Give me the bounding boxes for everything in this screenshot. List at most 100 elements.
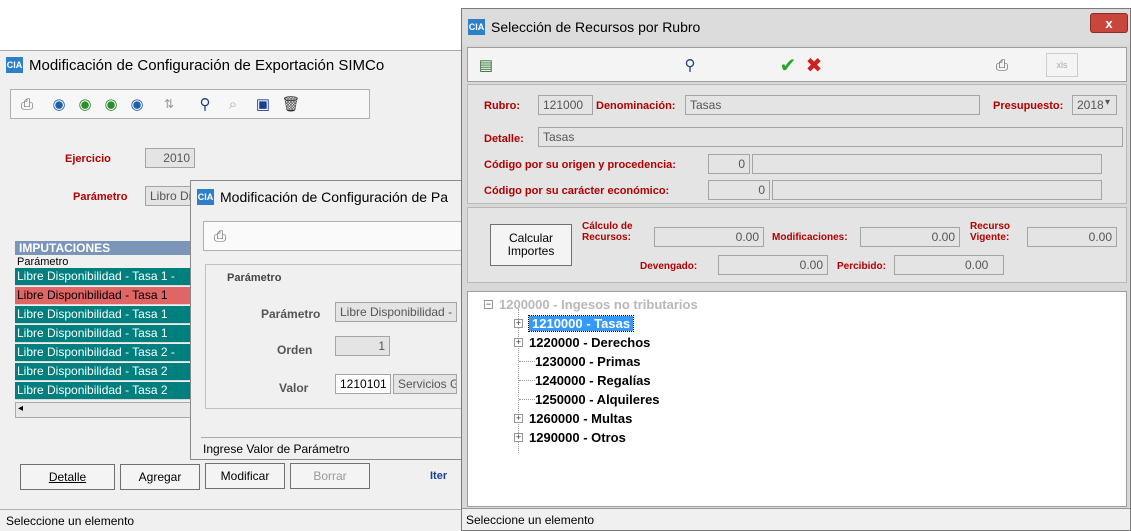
iter-text: Iter [430,470,448,482]
devengado-label: Devengado: [640,261,698,272]
denominacion-label: Denominación: [596,100,676,112]
modificaciones-field: 0.00 [860,227,960,247]
accept-icon[interactable]: ✔ [776,53,800,77]
export-icon[interactable]: ▤ [474,53,498,77]
tree-item-regalias[interactable]: 1240000 - Regalías [535,371,651,389]
origen-label: Código por su origen y procedencia: [484,159,676,171]
printer-icon[interactable]: ⎙ [990,53,1014,77]
parametro-group-label: Parámetro [225,272,284,284]
scroll-left-icon[interactable]: ◂ [18,403,23,414]
expand-icon[interactable]: + [514,337,523,347]
borrar-button[interactable]: Borrar [290,463,370,489]
close-icon: x [1105,15,1113,31]
right-window: CIA Selección de Recursos por Rubro x ▤ … [461,8,1131,531]
caracter-desc-field [772,180,1102,200]
origen-code-field[interactable]: 0 [708,154,750,174]
tree-root[interactable]: −1200000 - Ingesos no tributarios [484,295,698,313]
tree-guide [519,361,535,362]
tree-item-otros[interactable]: +1290000 - Otros [514,428,626,446]
tree-item-multas[interactable]: +1260000 - Multas [514,409,632,427]
expand-icon[interactable]: + [514,413,523,423]
left-status-bar: Seleccione un elemento [0,509,470,531]
calculo-label: Cálculo de Recursos: [582,221,633,243]
calculo-field: 0.00 [654,227,764,247]
left-toolbar: ⎙ ◉ ◉ ◉ ◉ ⇅ ⚲ ⌕ ▣ 🗑 [10,89,370,119]
table-row[interactable]: Libre Disponibilidad - Tasa 1 [15,306,195,324]
presupuesto-label: Presupuesto: [993,100,1064,112]
next-record-icon[interactable]: ◉ [99,92,123,116]
cia-logo-icon: CIA [197,189,214,205]
binoculars-icon[interactable]: ⚲ [678,53,702,77]
rubro-field[interactable]: 121000 [538,95,593,115]
valor-label: Valor [279,381,309,395]
tree-item-derechos[interactable]: +1220000 - Derechos [514,333,650,351]
prev-record-icon[interactable]: ◉ [73,92,97,116]
tree-guide [519,399,535,400]
print-preview-icon[interactable]: ⎙ [208,224,232,248]
valor-field[interactable]: 1210101 [335,374,391,394]
cancel-icon[interactable]: ✖ [802,53,826,77]
save-icon[interactable]: ▣ [251,92,275,116]
expand-icon[interactable]: + [514,432,523,442]
print-preview-icon[interactable]: ⎙ [15,92,39,116]
percibido-label: Percibido: [837,261,886,272]
close-button[interactable]: x [1090,13,1128,33]
presupuesto-select[interactable]: 2018 [1072,95,1117,115]
collapse-icon[interactable]: − [484,299,493,309]
parametro-column-header: Parámetro [17,256,69,268]
denominacion-field[interactable]: Tasas [685,95,980,115]
caracter-code-field[interactable]: 0 [708,180,770,200]
detalle-button[interactable]: Detalle [20,464,115,490]
detalle-label: Detalle: [484,133,524,145]
devengado-field: 0.00 [718,255,828,275]
chevron-down-icon[interactable]: ▾ [1105,97,1110,108]
rubro-tree[interactable]: −1200000 - Ingesos no tributarios +12100… [467,291,1127,507]
parametro-label: Parámetro [73,191,128,203]
ejercicio-label: Ejercicio [65,153,111,165]
middle-window: CIA Modificación de Configuración de Pa … [190,180,465,460]
table-row[interactable]: Libre Disponibilidad - Tasa 1 [15,325,195,343]
rubro-label: Rubro: [484,100,521,112]
zoom-icon[interactable]: ⌕ [221,92,245,116]
parametro-field[interactable]: Libre Disponibilidad - [335,302,457,322]
left-window-title: Modificación de Configuración de Exporta… [29,56,385,74]
sort-icon[interactable]: ⇅ [157,92,181,116]
valor-description-field: Servicios G [393,374,457,394]
table-row[interactable]: Libre Disponibilidad - Tasa 2 [15,382,195,400]
excel-icon[interactable]: xls [1046,53,1078,77]
table-row[interactable]: Libre Disponibilidad - Tasa 2 [15,363,195,381]
origen-desc-field [752,154,1102,174]
first-record-icon[interactable]: ◉ [47,92,71,116]
modificar-button[interactable]: Modificar [205,463,285,489]
tree-item-alquileres[interactable]: 1250000 - Alquileres [535,390,660,408]
tree-item-tasas[interactable]: +1210000 - Tasas [514,314,635,332]
tree-guide [519,380,535,381]
recurso-vigente-field: 0.00 [1027,227,1117,247]
table-row[interactable]: Libre Disponibilidad - Tasa 1 - [15,268,195,286]
cia-logo-icon: CIA [468,19,485,35]
left-titlebar: CIA Modificación de Configuración de Exp… [0,51,470,79]
delete-icon[interactable]: 🗑 [279,92,303,116]
right-window-title: Selección de Recursos por Rubro [491,19,701,35]
orden-field[interactable]: 1 [335,336,390,356]
last-record-icon[interactable]: ◉ [125,92,149,116]
table-row[interactable]: Libre Disponibilidad - Tasa 2 - [15,344,195,362]
binoculars-icon[interactable]: ⚲ [193,92,217,116]
expand-icon[interactable]: + [514,318,523,328]
tree-item-primas[interactable]: 1230000 - Primas [535,352,641,370]
table-row-selected[interactable]: Libre Disponibilidad - Tasa 1 [15,287,195,305]
detalle-field[interactable]: Tasas [538,127,1123,147]
cia-logo-icon: CIA [6,57,23,73]
middle-titlebar: CIA Modificación de Configuración de Pa [191,181,461,213]
agregar-button[interactable]: Agregar [120,464,200,490]
imputaciones-panel: IMPUTACIONES Parámetro Libre Disponibili… [15,241,205,428]
imputaciones-header: IMPUTACIONES [15,241,205,255]
percibido-field: 0.00 [894,255,1004,275]
calcular-importes-button[interactable]: Calcular Importes [490,224,572,266]
modificaciones-label: Modificaciones: [772,232,848,243]
right-status-bar: Seleccione un elemento [462,508,1130,530]
parametro-label: Parámetro [261,307,321,321]
right-toolbar: ▤ ⚲ ✔ ✖ ⎙ xls [467,47,1127,82]
ejercicio-field[interactable]: 2010 [145,148,195,168]
horizontal-scrollbar[interactable]: ◂ [15,402,205,418]
